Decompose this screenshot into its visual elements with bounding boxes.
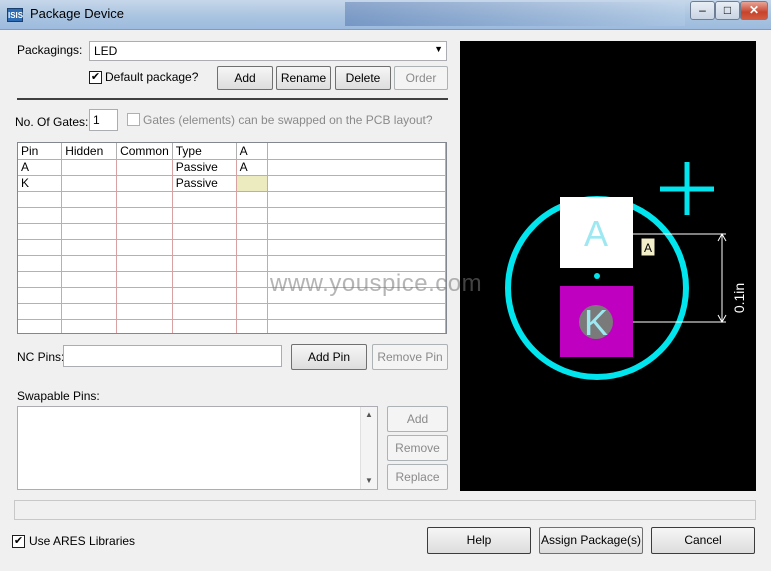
pin-table[interactable]: Pin Hidden Common Type A A Passive A K P… (17, 142, 447, 334)
order-package-button[interactable]: Order (394, 66, 448, 90)
table-cell[interactable]: K (18, 175, 63, 192)
default-package-checkbox[interactable]: ✔ (89, 71, 102, 84)
column-header-common[interactable]: Common (116, 143, 173, 160)
separator (17, 98, 448, 100)
rename-package-button[interactable]: Rename (276, 66, 331, 90)
minimize-button[interactable]: – (690, 1, 715, 20)
pin-dot (594, 273, 600, 279)
table-cell[interactable] (116, 175, 173, 192)
title-bar: ISIS Package Device – □ ✕ (0, 0, 771, 30)
table-cell-selected[interactable] (236, 175, 269, 192)
gates-value: 1 (93, 113, 100, 127)
table-cell[interactable]: Passive (172, 159, 237, 176)
app-icon: ISIS (7, 8, 23, 22)
gates-label: No. Of Gates: (15, 115, 89, 129)
package-preview-canvas: A K A 0.1in (505, 162, 747, 380)
table-cell (267, 175, 446, 192)
table-header-row: Pin Hidden Common Type A (18, 143, 446, 160)
swap-gates-label: Gates (elements) can be swapped on the P… (143, 113, 433, 127)
packagings-label: Packagings: (17, 43, 83, 57)
watermark: www.youspice.com (270, 270, 483, 297)
pad-k-label: K (584, 302, 608, 343)
add-pin-button[interactable]: Add Pin (291, 344, 367, 370)
title-bar-background (345, 2, 685, 26)
assign-packages-button[interactable]: Assign Package(s) (539, 527, 643, 554)
cancel-button[interactable]: Cancel (651, 527, 755, 554)
table-cell[interactable]: A (18, 159, 63, 176)
table-row[interactable] (18, 191, 446, 208)
nc-pins-input[interactable] (63, 345, 282, 367)
replace-swapable-button[interactable]: Replace (387, 464, 448, 490)
table-row[interactable] (18, 239, 446, 256)
table-cell (267, 159, 446, 176)
table-cell[interactable]: A (236, 159, 269, 176)
window-title: Package Device (30, 6, 124, 21)
dimension-label: 0.1in (731, 283, 747, 313)
swapable-pins-scrollbar[interactable]: ▲ ▼ (360, 407, 377, 489)
table-row[interactable]: K Passive (18, 175, 446, 192)
close-button[interactable]: ✕ (740, 1, 768, 20)
use-ares-label: Use ARES Libraries (29, 534, 136, 548)
table-row[interactable] (18, 223, 446, 240)
add-package-button[interactable]: Add (217, 66, 273, 90)
origin-cross-icon (660, 162, 714, 215)
table-row[interactable]: A Passive A (18, 159, 446, 176)
table-row[interactable] (18, 319, 446, 333)
column-header-hidden[interactable]: Hidden (61, 143, 118, 160)
scroll-down-icon[interactable]: ▼ (361, 473, 377, 489)
table-cell[interactable] (61, 159, 118, 176)
chevron-down-icon[interactable]: ▼ (434, 44, 443, 54)
column-header-type[interactable]: Type (172, 143, 237, 160)
table-row[interactable] (18, 303, 446, 320)
table-cell[interactable]: Passive (172, 175, 237, 192)
table-cell[interactable] (61, 175, 118, 192)
packagings-value: LED (94, 44, 118, 58)
package-preview[interactable]: A K A 0.1in (460, 41, 756, 491)
pin-label: A (644, 241, 652, 255)
nc-pins-label: NC Pins: (17, 350, 65, 364)
remove-pin-button[interactable]: Remove Pin (372, 344, 448, 370)
table-row[interactable] (18, 207, 446, 224)
table-cell[interactable] (116, 159, 173, 176)
status-bar (14, 500, 756, 520)
help-button[interactable]: Help (427, 527, 531, 554)
remove-swapable-button[interactable]: Remove (387, 435, 448, 461)
pad-a-label: A (584, 213, 608, 254)
packagings-select[interactable]: LED ▼ (89, 41, 447, 61)
add-swapable-button[interactable]: Add (387, 406, 448, 432)
swapable-pins-list[interactable]: ▲ ▼ (17, 406, 378, 490)
gates-input[interactable]: 1 (89, 109, 118, 131)
column-header-a[interactable]: A (236, 143, 269, 160)
column-header-empty (267, 143, 446, 160)
swapable-pins-label: Swapable Pins: (17, 389, 100, 403)
use-ares-checkbox[interactable]: ✔ (12, 535, 25, 548)
maximize-button[interactable]: □ (715, 1, 740, 20)
delete-package-button[interactable]: Delete (335, 66, 391, 90)
scroll-up-icon[interactable]: ▲ (361, 407, 377, 423)
default-package-label: Default package? (105, 70, 199, 84)
column-header-pin[interactable]: Pin (18, 143, 63, 160)
swap-gates-checkbox[interactable] (127, 113, 140, 126)
table-row[interactable] (18, 255, 446, 272)
